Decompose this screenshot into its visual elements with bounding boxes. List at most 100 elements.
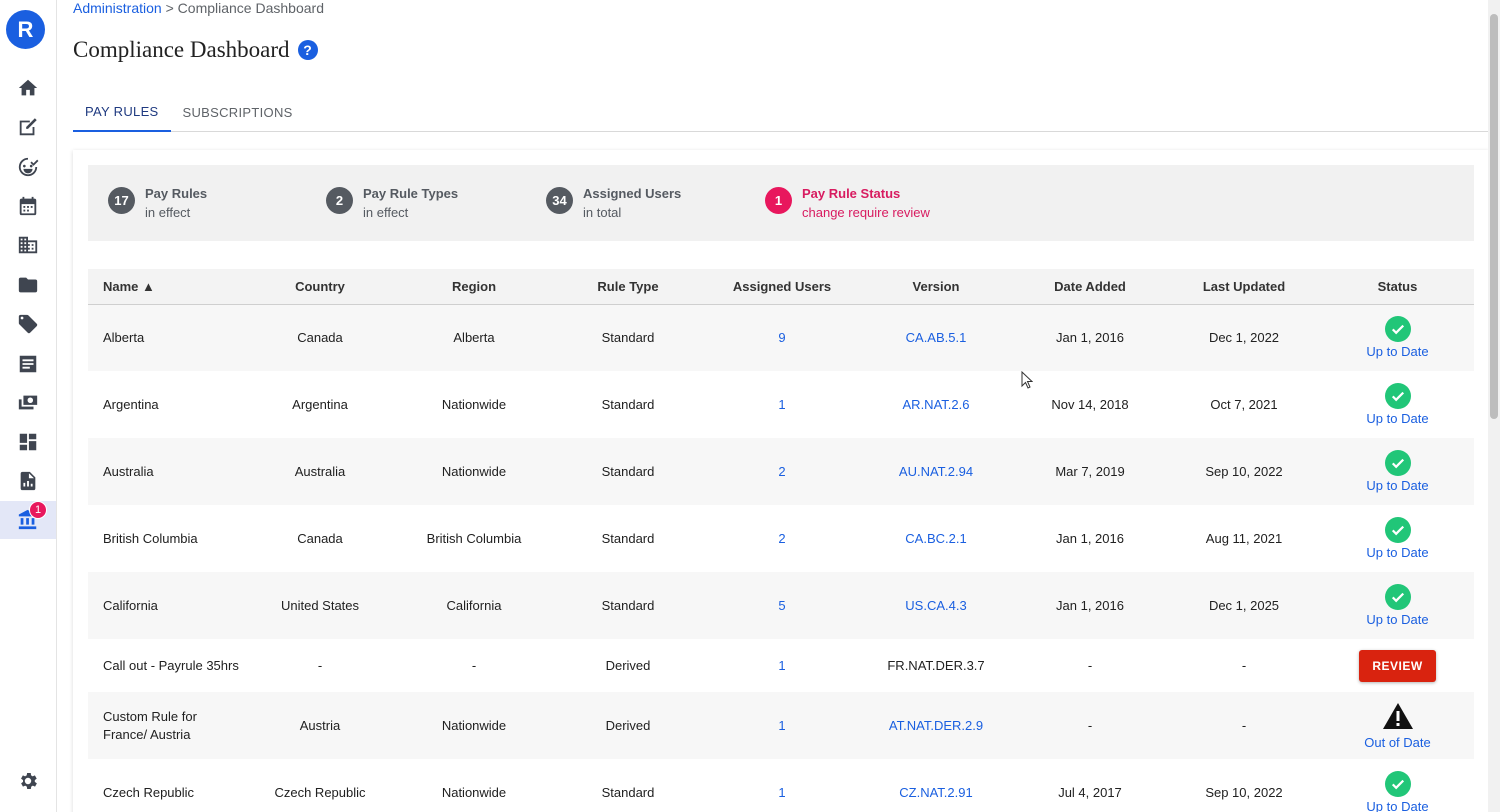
cell-assigned-users-link[interactable]: 1 (705, 759, 859, 812)
cell-version-link[interactable]: AU.NAT.2.94 (859, 438, 1013, 505)
cell-assigned-users-link[interactable]: 9 (705, 304, 859, 371)
breadcrumb-link-administration[interactable]: Administration (73, 0, 162, 16)
check-circle-icon (1384, 771, 1411, 797)
stat-pay-rule-status[interactable]: 1 Pay Rule Status change require review (765, 185, 930, 223)
sidebar-item-files[interactable] (0, 266, 56, 304)
stat-count-badge: 2 (326, 187, 353, 214)
column-header-status[interactable]: Status (1321, 269, 1474, 304)
table-row[interactable]: Czech Republic Czech Republic Nationwide… (88, 759, 1474, 812)
cell-assigned-users-link[interactable]: 1 (705, 639, 859, 692)
stat-title: Pay Rule Types (363, 186, 459, 201)
cell-version-link[interactable]: US.CA.4.3 (859, 572, 1013, 639)
sidebar-item-tags[interactable] (0, 305, 56, 343)
home-icon (18, 79, 38, 96)
sidebar-item-calendar[interactable] (0, 187, 56, 225)
cell-version-link[interactable]: AT.NAT.DER.2.9 (859, 692, 1013, 759)
cell-region: Nationwide (441, 464, 507, 479)
column-header-last-updated[interactable]: Last Updated (1167, 269, 1321, 304)
column-header-country[interactable]: Country (243, 269, 397, 304)
cell-date-added: Mar 7, 2019 (1055, 464, 1125, 479)
sidebar-item-reports[interactable] (0, 345, 56, 383)
cell-assigned-users-link[interactable]: 2 (705, 505, 859, 572)
cell-rule-type: Standard (601, 785, 655, 800)
table-row[interactable]: Australia Australia Nationwide Standard … (88, 438, 1474, 505)
stat-title: Pay Rules (145, 186, 208, 201)
tab-pay-rules[interactable]: PAY RULES (73, 92, 171, 132)
review-button[interactable]: REVIEW (1359, 649, 1436, 682)
sidebar-item-settings[interactable] (0, 762, 56, 800)
sidebar-item-compliance[interactable]: 1 (0, 501, 56, 539)
sidebar-item-payroll[interactable] (0, 384, 56, 422)
cell-version-link[interactable]: AR.NAT.2.6 (859, 371, 1013, 438)
cell-country: Australia (294, 464, 346, 479)
cell-date-added: Jan 1, 2016 (1056, 330, 1124, 346)
document-chart-icon (20, 471, 36, 491)
status-link[interactable]: Up to Date (1366, 344, 1428, 359)
table-row[interactable]: Call out - Payrule 35hrs - - Derived 1 F… (88, 639, 1474, 692)
stat-subtitle: in total (583, 205, 622, 220)
cell-region: Alberta (453, 330, 495, 346)
sidebar-item-home[interactable] (0, 69, 56, 107)
status-link[interactable]: Up to Date (1366, 545, 1428, 560)
table-row[interactable]: Custom Rule for France/ Austria Austria … (88, 692, 1474, 759)
cell-status: Out of Date (1321, 692, 1474, 759)
tag-icon (18, 314, 38, 334)
cell-version-link[interactable]: CA.AB.5.1 (859, 304, 1013, 371)
status-link[interactable]: Up to Date (1366, 478, 1428, 493)
sidebar-item-approval[interactable] (0, 148, 56, 186)
cell-rule-type: Derived (605, 658, 651, 673)
page-scrollbar[interactable] (1488, 0, 1500, 812)
pay-rules-table: Name ▲ Country Region Rule Type Assigned… (88, 269, 1474, 812)
column-header-region[interactable]: Region (397, 269, 551, 304)
sidebar-item-edit[interactable] (0, 108, 56, 146)
cell-country: - (317, 658, 323, 673)
app-logo[interactable]: R (6, 10, 45, 49)
cell-status: Up to Date (1321, 371, 1474, 438)
gear-icon (21, 773, 37, 789)
stats-summary: 17 Pay Rules in effect 2 Pay Rule Types in… (88, 165, 1474, 241)
column-header-name[interactable]: Name ▲ (88, 269, 243, 304)
page-title-text: Compliance Dashboard (73, 37, 290, 62)
cell-rule-type: Standard (601, 397, 655, 412)
table-row[interactable]: Alberta Canada Alberta Standard 9 CA.AB.… (88, 304, 1474, 371)
cell-assigned-users-link[interactable]: 1 (705, 692, 859, 759)
column-header-rule-type[interactable]: Rule Type (551, 269, 705, 304)
sidebar-item-analytics[interactable] (0, 462, 56, 500)
column-header-version[interactable]: Version (859, 269, 1013, 304)
warning-icon (1382, 702, 1414, 733)
calendar-icon (19, 196, 37, 216)
cell-version-link[interactable]: CA.BC.2.1 (859, 505, 1013, 572)
column-header-date-added[interactable]: Date Added (1013, 269, 1167, 304)
cell-version-link[interactable]: CZ.NAT.2.91 (859, 759, 1013, 812)
table-row[interactable]: British Columbia Canada British Columbia… (88, 505, 1474, 572)
status-link[interactable]: Up to Date (1366, 612, 1428, 627)
status-link[interactable]: Up to Date (1366, 799, 1428, 812)
cell-rule-type: Standard (601, 464, 655, 479)
column-header-assigned-users[interactable]: Assigned Users (705, 269, 859, 304)
cell-date-added: Jul 4, 2017 (1058, 785, 1122, 800)
cell-assigned-users-link[interactable]: 5 (705, 572, 859, 639)
cell-assigned-users-link[interactable]: 1 (705, 371, 859, 438)
status-link[interactable]: Out of Date (1364, 735, 1430, 750)
stat-subtitle: in effect (363, 205, 409, 220)
table-row[interactable]: California United States California Stan… (88, 572, 1474, 639)
scrollbar-thumb[interactable] (1490, 14, 1498, 419)
cell-last-updated: Aug 11, 2021 (1205, 531, 1283, 546)
cell-status: Up to Date (1321, 759, 1474, 812)
sidebar: R 1 (0, 0, 57, 812)
status-link[interactable]: Up to Date (1366, 411, 1428, 426)
cell-rule-type: Standard (601, 531, 655, 546)
cell-last-updated: Dec 1, 2025 (1208, 598, 1280, 613)
cell-assigned-users-link[interactable]: 2 (705, 438, 859, 505)
tab-subscriptions[interactable]: SUBSCRIPTIONS (171, 92, 305, 132)
cell-region: California (446, 598, 502, 613)
payments-icon (18, 395, 38, 410)
help-icon[interactable]: ? (297, 40, 318, 60)
sidebar-item-company[interactable] (0, 226, 56, 264)
face-check-icon (18, 157, 39, 177)
cell-last-updated: - (1241, 658, 1247, 673)
cell-version: FR.NAT.DER.3.7 (887, 658, 985, 673)
check-circle-icon (1384, 584, 1411, 610)
sidebar-item-dashboard[interactable] (0, 423, 56, 461)
table-row[interactable]: Argentina Argentina Nationwide Standard … (88, 371, 1474, 438)
